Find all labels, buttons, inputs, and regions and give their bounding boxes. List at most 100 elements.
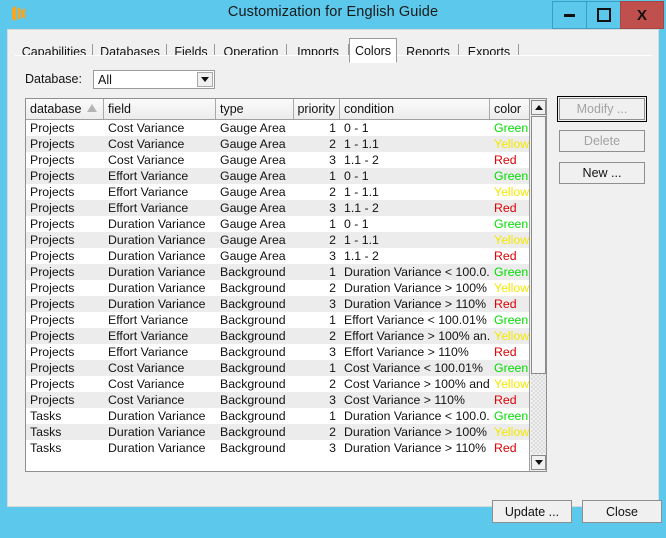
grid-column-header-label: field <box>108 102 131 116</box>
cell-type: Background <box>220 281 286 295</box>
chevron-down-icon[interactable] <box>197 72 213 87</box>
table-row[interactable]: Projects Duration Variance Gauge Area 3 1.1 … <box>26 248 546 264</box>
grid-column-header-database[interactable]: database <box>26 99 104 119</box>
cell-database: Projects <box>30 185 75 199</box>
cell-condition: Cost Variance < 100.01% <box>344 361 483 375</box>
cell-condition: 1.1 - 2 <box>344 201 379 215</box>
cell-condition: 1 - 1.1 <box>344 185 379 199</box>
cell-database: Projects <box>30 393 75 407</box>
cell-condition: 1.1 - 2 <box>344 153 379 167</box>
cell-priority: 1 <box>329 361 336 375</box>
cell-condition: Duration Variance < 100.0... <box>344 409 490 423</box>
table-row[interactable]: Projects Cost Variance Gauge Area 3 1.1 - 2R… <box>26 152 546 168</box>
maximize-button[interactable] <box>586 1 621 29</box>
table-row[interactable]: Projects Duration Variance Gauge Area 1 0 - … <box>26 216 546 232</box>
grid-vertical-scrollbar[interactable] <box>529 99 546 471</box>
table-row[interactable]: Tasks Duration Variance Background 1 Duratio… <box>26 408 546 424</box>
cell-field: Cost Variance <box>108 153 185 167</box>
close-dialog-button[interactable]: Close <box>582 500 662 523</box>
cell-type: Background <box>220 409 286 423</box>
cell-type: Background <box>220 313 286 327</box>
table-row[interactable]: Tasks Duration Variance Background 2 Duratio… <box>26 424 546 440</box>
window-controls: X <box>552 1 664 29</box>
cell-database: Projects <box>30 265 75 279</box>
cell-priority: 2 <box>329 185 336 199</box>
table-row[interactable]: Projects Cost Variance Background 1 Cost Var… <box>26 360 546 376</box>
delete-button: Delete <box>559 130 645 152</box>
cell-type: Background <box>220 345 286 359</box>
cell-database: Projects <box>30 217 75 231</box>
database-filter-select[interactable]: All <box>93 70 215 89</box>
cell-database: Projects <box>30 361 75 375</box>
grid-column-header-label: priority <box>297 102 335 116</box>
table-row[interactable]: Projects Effort Variance Gauge Area 3 1.1 - … <box>26 200 546 216</box>
cell-type: Background <box>220 297 286 311</box>
cell-condition: Effort Variance > 110% <box>344 345 469 359</box>
table-row[interactable]: Projects Effort Variance Gauge Area 1 0 - 1G… <box>26 168 546 184</box>
cell-type: Gauge Area <box>220 185 286 199</box>
cell-database: Projects <box>30 377 75 391</box>
cell-field: Effort Variance <box>108 313 189 327</box>
cell-priority: 2 <box>329 233 336 247</box>
table-row[interactable]: Projects Effort Variance Gauge Area 2 1 - 1.… <box>26 184 546 200</box>
scroll-down-button[interactable] <box>531 455 546 470</box>
table-row[interactable]: Projects Effort Variance Background 2 Effort… <box>26 328 546 344</box>
cell-condition: Duration Variance > 100% ... <box>344 281 490 295</box>
cell-field: Duration Variance <box>108 441 206 455</box>
minimize-button[interactable] <box>552 1 587 29</box>
cell-priority: 3 <box>329 297 336 311</box>
cell-database: Tasks <box>30 425 62 439</box>
update-button[interactable]: Update ... <box>492 500 572 523</box>
cell-database: Projects <box>30 249 75 263</box>
grid-column-header-type[interactable]: type <box>216 99 294 119</box>
cell-field: Duration Variance <box>108 217 206 231</box>
cell-priority: 3 <box>329 249 336 263</box>
grid-column-header-priority[interactable]: priority <box>294 99 340 119</box>
new-button[interactable]: New ... <box>559 162 645 184</box>
cell-type: Gauge Area <box>220 121 286 135</box>
scroll-up-button[interactable] <box>531 100 546 115</box>
cell-priority: 3 <box>329 345 336 359</box>
cell-condition: 0 - 1 <box>344 121 369 135</box>
database-filter-label: Database: <box>25 72 82 86</box>
close-window-button[interactable]: X <box>620 1 664 29</box>
scrollbar-thumb[interactable] <box>531 116 546 374</box>
cell-field: Effort Variance <box>108 329 189 343</box>
table-row[interactable]: Projects Effort Variance Background 1 Effort… <box>26 312 546 328</box>
cell-field: Duration Variance <box>108 297 206 311</box>
tab-colors[interactable]: Colors <box>349 38 397 63</box>
cell-database: Projects <box>30 233 75 247</box>
table-row[interactable]: Projects Cost Variance Background 2 Cost Var… <box>26 376 546 392</box>
grid-column-header-field[interactable]: field <box>104 99 216 119</box>
cell-condition: 0 - 1 <box>344 217 369 231</box>
cell-database: Projects <box>30 281 75 295</box>
cell-type: Gauge Area <box>220 249 286 263</box>
grid-column-header-condition[interactable]: condition <box>340 99 490 119</box>
cell-field: Duration Variance <box>108 233 206 247</box>
table-row[interactable]: Projects Cost Variance Gauge Area 2 1 - 1.1 Y… <box>26 136 546 152</box>
cell-condition: 1.1 - 2 <box>344 249 379 263</box>
table-row[interactable]: Tasks Duration Variance Background 3 Duratio… <box>26 440 546 456</box>
table-row[interactable]: Projects Cost Variance Background 3 Cost Var… <box>26 392 546 408</box>
cell-type: Background <box>220 361 286 375</box>
color-rules-grid[interactable]: database field type priority condition color … <box>25 98 547 472</box>
cell-priority: 1 <box>329 265 336 279</box>
grid-body[interactable]: Projects Cost Variance Gauge Area 1 0 - 1 Gre… <box>26 120 546 473</box>
table-row[interactable]: Projects Duration Variance Background 3 Dura… <box>26 296 546 312</box>
cell-field: Effort Variance <box>108 201 189 215</box>
cell-field: Effort Variance <box>108 185 189 199</box>
cell-type: Gauge Area <box>220 169 286 183</box>
grid-column-header-label: type <box>220 102 244 116</box>
cell-priority: 2 <box>329 425 336 439</box>
table-row[interactable]: Projects Effort Variance Background 3 Effort… <box>26 344 546 360</box>
cell-condition: Effort Variance > 100% an... <box>344 329 490 343</box>
table-row[interactable]: Projects Duration Variance Gauge Area 2 1 - … <box>26 232 546 248</box>
table-row[interactable]: Projects Duration Variance Background 2 Dura… <box>26 280 546 296</box>
cell-database: Projects <box>30 201 75 215</box>
maximize-icon <box>596 8 611 22</box>
table-row[interactable]: Projects Cost Variance Gauge Area 1 0 - 1 Gre… <box>26 120 546 136</box>
table-row[interactable]: Projects Duration Variance Background 1 Dura… <box>26 264 546 280</box>
cell-field: Duration Variance <box>108 409 206 423</box>
cell-priority: 3 <box>329 201 336 215</box>
cell-database: Projects <box>30 329 75 343</box>
